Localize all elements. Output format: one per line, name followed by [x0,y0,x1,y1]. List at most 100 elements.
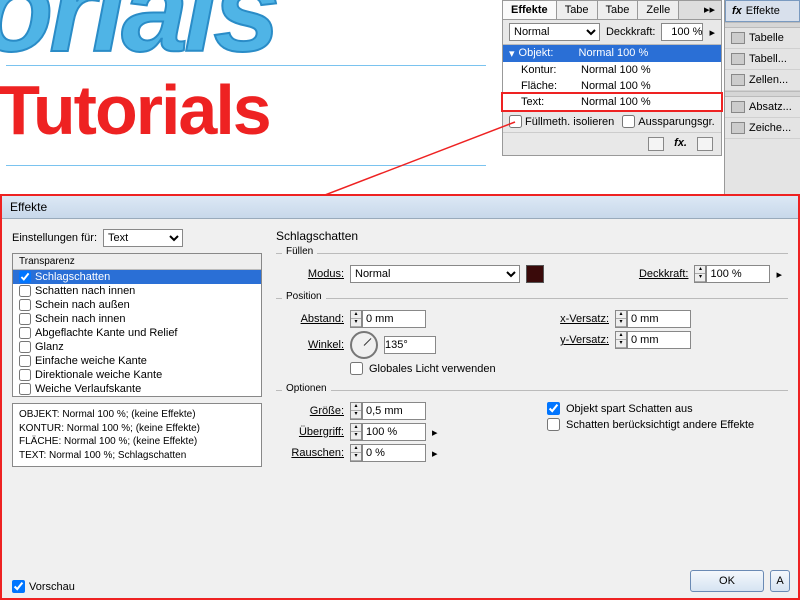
panel-expand-icon[interactable]: ▸▸ [698,1,721,19]
effect-item[interactable]: Schein nach innen [13,312,261,326]
document-canvas: orials -Tutorials [0,0,500,190]
effect-item[interactable]: Schlagschatten [13,270,261,284]
effect-checkbox[interactable] [19,313,31,325]
dialog-title: Effekte [2,196,798,219]
other-effects-checkbox[interactable] [547,418,560,431]
yoffset-input[interactable] [627,331,691,349]
mode-select[interactable]: Normal [350,265,520,283]
sample-text-blue: orials [0,0,276,70]
spinner-icon[interactable]: ▴▾ [350,444,362,462]
knockout-checkbox[interactable]: Aussparungsgr. [622,115,714,128]
preview-checkbox[interactable] [12,580,25,593]
effects-panel: Effekte Tabe Tabe Zelle ▸▸ Normal Deckkr… [502,0,722,156]
paragraph-icon [731,101,745,113]
table-icon [731,53,745,65]
shadow-color-swatch[interactable] [526,265,544,283]
effect-checkbox[interactable] [19,299,31,311]
group-options: Optionen Größe:▴▾ Übergriff:▴▾▸ Rauschen… [276,390,788,469]
blend-mode-select[interactable]: Normal [509,23,600,41]
isolate-checkbox[interactable]: Füllmeth. isolieren [509,115,614,128]
size-label: Größe: [282,405,344,417]
settings-for-select[interactable]: Text [103,229,183,247]
effect-checkbox[interactable] [19,355,31,367]
effect-item[interactable]: Weiche Verlaufskante [13,382,261,396]
effect-item[interactable]: Einfache weiche Kante [13,354,261,368]
spinner-icon[interactable]: ▴▾ [350,310,362,328]
fx-icon: fx [732,5,742,17]
effects-list: Transparenz SchlagschattenSchatten nach … [12,253,262,397]
effect-item[interactable]: Schein nach außen [13,298,261,312]
effect-checkbox[interactable] [19,369,31,381]
summary-box: OBJEKT: Normal 100 %; (keine Effekte)KON… [12,403,262,467]
effect-checkbox[interactable] [19,327,31,339]
table-icon [731,32,745,44]
dock-tabelle[interactable]: Tabelle [725,28,800,49]
spinner-icon[interactable]: ▴▾ [615,331,627,349]
fx-icon[interactable]: fx. [674,137,687,151]
panel-tabs: Effekte Tabe Tabe Zelle ▸▸ [503,1,721,20]
spinner-icon[interactable]: ▴▾ [350,402,362,420]
angle-dial[interactable] [350,331,378,359]
effect-checkbox[interactable] [19,271,31,283]
effect-heading: Schlagschatten [276,229,788,243]
effect-checkbox[interactable] [19,285,31,297]
effect-item[interactable]: Direktionale weiche Kante [13,368,261,382]
mode-label: Modus: [282,268,344,280]
spinner-icon[interactable]: ▴▾ [694,265,706,283]
ok-button[interactable]: OK [690,570,764,592]
effect-item[interactable]: Schatten nach innen [13,284,261,298]
effect-checkbox[interactable] [19,341,31,353]
cell-icon [731,74,745,86]
group-fill: Füllen Modus: Normal Deckkraft: ▴▾ ▸ [276,253,788,290]
character-icon [731,122,745,134]
distance-input[interactable] [362,310,426,328]
dock-effekte[interactable]: fxEffekte [725,0,800,22]
target-list: ▾Objekt:Normal 100 % Kontur:Normal 100 %… [503,44,721,111]
spinner-icon[interactable]: ▴▾ [615,310,627,328]
effect-checkbox[interactable] [19,383,31,395]
yoffset-label: y-Versatz: [547,334,609,346]
opacity-label: Deckkraft: [606,26,656,38]
angle-input[interactable] [384,336,436,354]
clear-effects-icon[interactable] [648,137,664,151]
target-flaeche[interactable]: Fläche:Normal 100 % [503,78,721,94]
dropdown-icon[interactable]: ▸ [776,268,782,281]
spread-input[interactable] [362,423,426,441]
sample-text-red: -Tutorials [0,75,270,145]
target-objekt[interactable]: ▾Objekt:Normal 100 % [503,45,721,62]
trash-icon[interactable] [697,137,713,151]
tab-tabe2[interactable]: Tabe [598,1,639,19]
list-header[interactable]: Transparenz [13,254,261,270]
target-text[interactable]: Text:Normal 100 % [503,94,721,110]
spinner-icon[interactable]: ▴▾ [350,423,362,441]
tab-tabe[interactable]: Tabe [557,1,598,19]
spread-label: Übergriff: [282,426,344,438]
xoffset-input[interactable] [627,310,691,328]
effect-item[interactable]: Glanz [13,340,261,354]
cancel-button[interactable]: A [770,570,790,592]
dropdown-icon[interactable]: ▸ [709,26,715,39]
dropdown-icon[interactable]: ▸ [432,447,438,460]
collapsed-panel-dock: fxEffekte Tabelle Tabell... Zellen... Ab… [724,0,800,200]
dock-tabell2[interactable]: Tabell... [725,49,800,70]
distance-label: Abstand: [282,313,344,325]
opacity-label-2: Deckkraft: [626,268,688,280]
dock-zellen[interactable]: Zellen... [725,70,800,91]
dock-zeichen[interactable]: Zeiche... [725,118,800,139]
preview-label: Vorschau [29,581,75,593]
dropdown-icon[interactable]: ▸ [432,426,438,439]
xoffset-label: x-Versatz: [547,313,609,325]
shadow-opacity-input[interactable] [706,265,770,283]
opacity-input[interactable] [661,23,703,41]
tab-effekte[interactable]: Effekte [503,1,557,19]
selection-edge [6,65,486,66]
group-position: Position Abstand:▴▾ Winkel: Globales Lic… [276,298,788,382]
knockout-shadow-checkbox[interactable] [547,402,560,415]
tab-zelle[interactable]: Zelle [638,1,679,19]
effect-item[interactable]: Abgeflachte Kante und Relief [13,326,261,340]
target-kontur[interactable]: Kontur:Normal 100 % [503,62,721,78]
noise-input[interactable] [362,444,426,462]
size-input[interactable] [362,402,426,420]
global-light-checkbox[interactable] [350,362,363,375]
dock-absatz[interactable]: Absatz... [725,97,800,118]
